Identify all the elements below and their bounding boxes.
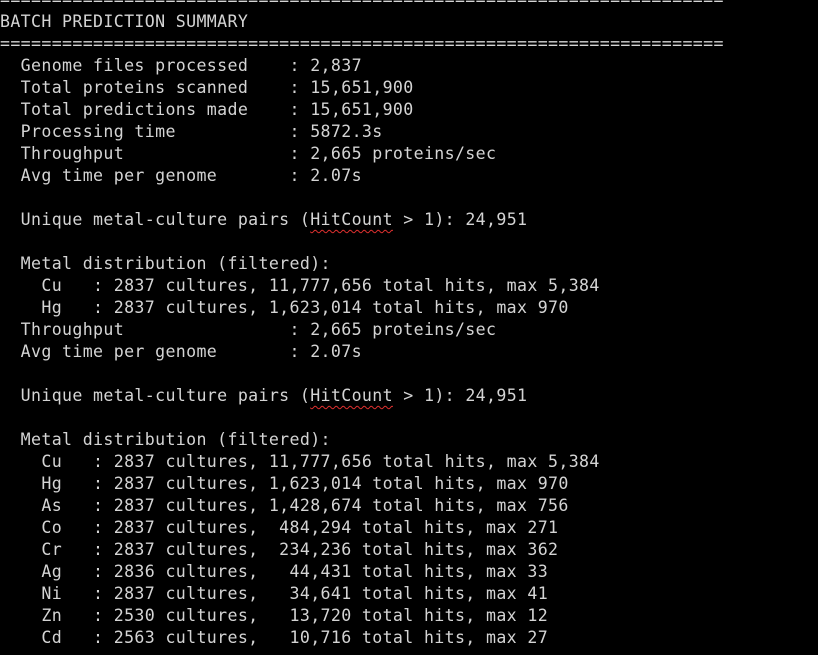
proteins-scanned-line: Total proteins scanned : 15,651,900 — [0, 78, 414, 97]
unique-pairs-suffix: > 1): 24,951 — [392, 386, 528, 405]
separator-bottom: ========================================… — [0, 34, 724, 53]
metal-distribution-heading: Metal distribution (filtered): — [0, 430, 331, 449]
predictions-made-line: Total predictions made : 15,651,900 — [0, 100, 414, 119]
separator-top: ========================================… — [0, 0, 818, 11]
metal-row-as: As : 2837 cultures, 1,428,674 total hits… — [0, 496, 569, 515]
metal-row-co: Co : 2837 cultures, 484,294 total hits, … — [0, 518, 559, 537]
metal-row-cr: Cr : 2837 cultures, 234,236 total hits, … — [0, 540, 559, 559]
throughput-line: Throughput : 2,665 proteins/sec — [0, 144, 497, 163]
metal-row-cu: Cu : 2837 cultures, 11,777,656 total hit… — [0, 452, 600, 471]
unique-pairs-line: Unique metal-culture pairs (HitCount > 1… — [0, 385, 818, 407]
metal-row-ni: Ni : 2837 cultures, 34,641 total hits, m… — [0, 584, 549, 603]
throughput-line: Throughput : 2,665 proteins/sec — [0, 320, 497, 339]
metal-distribution-heading: Metal distribution (filtered): — [0, 254, 331, 273]
avg-time-line: Avg time per genome : 2.07s — [0, 166, 362, 185]
unique-pairs-prefix: Unique metal-culture pairs ( — [0, 386, 311, 405]
avg-time-line: Avg time per genome : 2.07s — [0, 342, 362, 361]
metal-row-zn: Zn : 2530 cultures, 13,720 total hits, m… — [0, 606, 549, 625]
hitcount-keyword: HitCount — [310, 386, 393, 405]
metal-row-ag: Ag : 2836 cultures, 44,431 total hits, m… — [0, 562, 549, 581]
unique-pairs-suffix: > 1): 24,951 — [392, 210, 528, 229]
genome-files-line: Genome files processed : 2,837 — [0, 56, 362, 75]
metal-row-cd: Cd : 2563 cultures, 10,716 total hits, m… — [0, 628, 549, 647]
unique-pairs-line: Unique metal-culture pairs (HitCount > 1… — [0, 209, 818, 231]
metal-row-hg: Hg : 2837 cultures, 1,623,014 total hits… — [0, 298, 569, 317]
metal-row-cu: Cu : 2837 cultures, 11,777,656 total hit… — [0, 276, 600, 295]
terminal-output: ========================================… — [0, 0, 818, 655]
summary-title: BATCH PREDICTION SUMMARY — [0, 12, 249, 31]
metal-row-hg: Hg : 2837 cultures, 1,623,014 total hits… — [0, 474, 569, 493]
processing-time-line: Processing time : 5872.3s — [0, 122, 383, 141]
hitcount-keyword: HitCount — [310, 210, 393, 229]
unique-pairs-prefix: Unique metal-culture pairs ( — [0, 210, 311, 229]
